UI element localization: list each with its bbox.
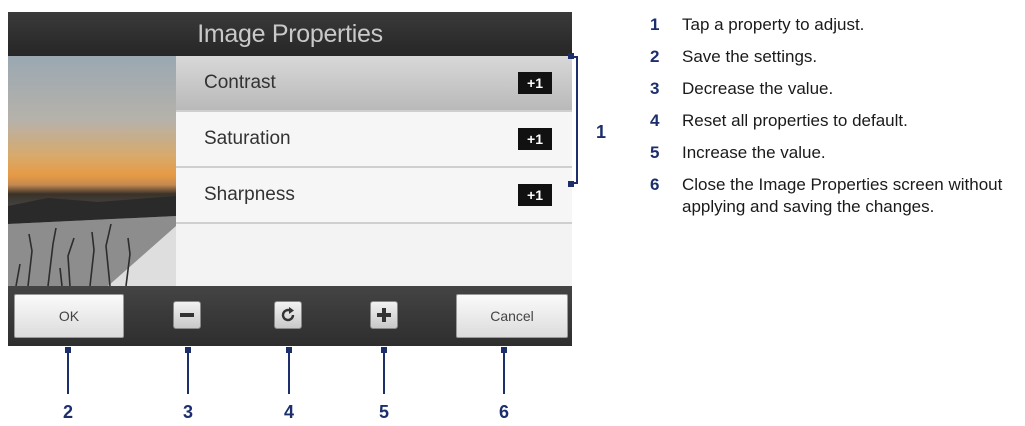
property-label: Contrast [204, 72, 276, 93]
property-value-badge: +1 [518, 184, 552, 206]
property-label: Sharpness [204, 184, 295, 205]
minus-icon [180, 313, 194, 317]
bottom-toolbar: OK Cancel [8, 286, 572, 346]
legend-number: 1 [650, 15, 660, 34]
refresh-icon [281, 307, 295, 322]
legend-number: 5 [650, 143, 660, 162]
legend-text: Increase the value. [682, 143, 826, 162]
cancel-button[interactable]: Cancel [456, 294, 568, 338]
reset-button[interactable] [274, 301, 302, 329]
legend-number: 3 [650, 79, 660, 98]
legend-number: 2 [650, 47, 660, 66]
callout-line-4 [288, 350, 290, 394]
property-list: Contrast +1 Saturation +1 Sharpness +1 [176, 56, 572, 286]
legend-item: 5 Increase the value. [650, 142, 1020, 164]
property-row-saturation[interactable]: Saturation +1 [176, 112, 572, 168]
decrease-button[interactable] [173, 301, 201, 329]
callout-number-3: 3 [182, 402, 193, 422]
callout-number-6: 6 [498, 402, 509, 422]
legend-item: 1 Tap a property to adjust. [650, 14, 1020, 36]
legend-text: Tap a property to adjust. [682, 15, 865, 34]
legend-number: 4 [650, 111, 660, 130]
plus-icon [377, 308, 391, 322]
callout-legend: 1 Tap a property to adjust. 2 Save the s… [650, 14, 1020, 228]
legend-item: 3 Decrease the value. [650, 78, 1020, 100]
legend-item: 2 Save the settings. [650, 46, 1020, 68]
photo-preview [8, 56, 176, 286]
callout-line-3 [187, 350, 189, 394]
callout-number-2: 2 [62, 402, 73, 422]
legend-text: Decrease the value. [682, 79, 834, 98]
legend-text: Reset all properties to default. [682, 111, 908, 130]
callout-number-1: 1 [595, 122, 606, 142]
legend-item: 6 Close the Image Properties screen with… [650, 174, 1020, 218]
callout-dot [568, 53, 574, 59]
ok-button[interactable]: OK [14, 294, 124, 338]
image-properties-screen: Image Properties Contrast +1 Saturation [8, 12, 572, 346]
property-value-badge: +1 [518, 72, 552, 94]
property-label: Saturation [204, 128, 291, 149]
callout-number-5: 5 [378, 402, 389, 422]
screen-title: Image Properties [8, 12, 572, 56]
callout-1-bracket [570, 56, 578, 184]
property-row-contrast[interactable]: Contrast +1 [176, 56, 572, 112]
property-value-badge: +1 [518, 128, 552, 150]
legend-item: 4 Reset all properties to default. [650, 110, 1020, 132]
callout-dot [568, 181, 574, 187]
legend-number: 6 [650, 175, 660, 194]
legend-text: Close the Image Properties screen withou… [682, 175, 1003, 216]
increase-button[interactable] [370, 301, 398, 329]
callout-line-6 [503, 350, 505, 394]
callout-line-2 [67, 350, 69, 394]
property-row-sharpness[interactable]: Sharpness +1 [176, 168, 572, 224]
callout-number-4: 4 [283, 402, 294, 422]
callout-line-5 [383, 350, 385, 394]
legend-text: Save the settings. [682, 47, 818, 66]
